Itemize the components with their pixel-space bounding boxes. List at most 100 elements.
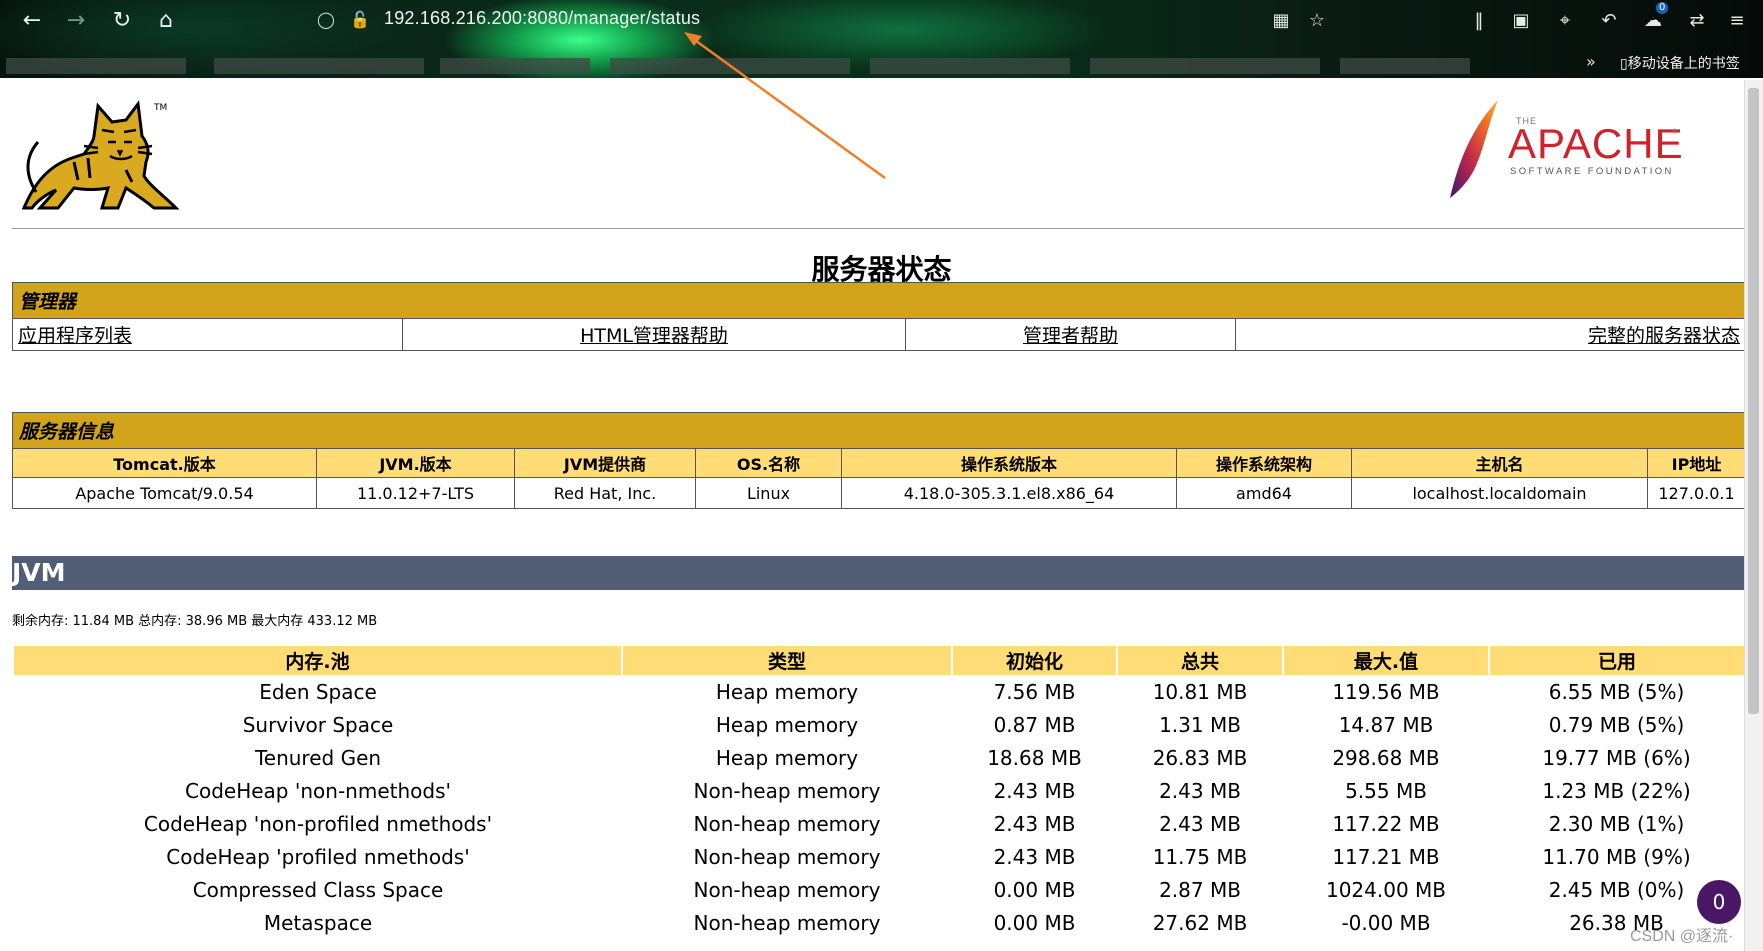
pool-used: 19.77 MB (6%) bbox=[1542, 745, 1691, 770]
table-row: CodeHeap 'profiled nmethods' Non-heap mem… bbox=[14, 840, 1744, 873]
pool-used: 2.30 MB (1%) bbox=[1548, 811, 1685, 836]
bookmark-item[interactable] bbox=[214, 58, 424, 74]
link-cell: 完整的服务器状态 bbox=[1234, 318, 1747, 351]
pool-max: 119.56 MB bbox=[1332, 679, 1440, 704]
manager-heading: 管理器 bbox=[11, 282, 1747, 319]
table-row: Tenured Gen Heap memory 18.68 MB 26.83 MB 29… bbox=[14, 741, 1744, 774]
pool-name: CodeHeap 'non-nmethods' bbox=[185, 778, 451, 803]
column-header: 初始化 bbox=[952, 646, 1118, 675]
pool-name: Eden Space bbox=[259, 679, 377, 704]
reload-icon[interactable]: ↻ bbox=[106, 6, 138, 36]
pool-used: 11.70 MB (9%) bbox=[1542, 844, 1691, 869]
pool-total: 10.81 MB bbox=[1152, 679, 1248, 704]
table-row: Compressed Class Space Non-heap memory 0.0… bbox=[14, 873, 1744, 906]
reader-view-icon[interactable]: ▣ bbox=[1508, 8, 1534, 34]
bookmark-item[interactable] bbox=[870, 58, 1070, 74]
pool-max: 1024.00 MB bbox=[1325, 877, 1447, 902]
pool-max: 14.87 MB bbox=[1338, 712, 1434, 737]
complete-status-link[interactable]: 完整的服务器状态 bbox=[1588, 325, 1740, 347]
pool-total: 2.87 MB bbox=[1159, 877, 1241, 902]
qr-code-icon[interactable]: ▦ bbox=[1268, 8, 1294, 34]
table-row: CodeHeap 'non-profiled nmethods' Non-heap… bbox=[14, 807, 1744, 840]
memory-summary: 剩余内存: 11.84 MB 总内存: 38.96 MB 最大内存 433.12… bbox=[12, 614, 378, 629]
bookmark-item[interactable] bbox=[6, 58, 186, 74]
pool-max: -0.00 MB bbox=[1341, 910, 1431, 935]
bookmarks-overflow-icon[interactable]: » bbox=[1586, 52, 1596, 71]
forward-icon[interactable]: → bbox=[60, 6, 92, 36]
apache-name: APACHE bbox=[1508, 120, 1684, 167]
hostname: localhost.localdomain bbox=[1351, 477, 1648, 509]
pool-type: Non-heap memory bbox=[693, 844, 881, 869]
pool-initial: 7.56 MB bbox=[993, 679, 1076, 704]
os-arch: amd64 bbox=[1176, 477, 1352, 509]
shield-icon[interactable]: ◯ bbox=[316, 10, 336, 30]
column-header: JVM提供商 bbox=[514, 448, 696, 478]
column-header: OS.名称 bbox=[695, 448, 842, 478]
apache-logo: THE APACHE ® SOFTWARE FOUNDATION bbox=[1450, 100, 1684, 198]
svg-text:TM: TM bbox=[153, 103, 167, 113]
manager-help-link[interactable]: 管理者帮助 bbox=[1023, 325, 1118, 347]
back-icon[interactable]: ← bbox=[16, 6, 48, 36]
header-divider bbox=[12, 228, 1744, 229]
pool-max: 117.21 MB bbox=[1332, 844, 1440, 869]
watermark: CSDN @逐流· bbox=[1630, 928, 1734, 945]
pool-total: 2.43 MB bbox=[1159, 778, 1241, 803]
svg-text:®: ® bbox=[1672, 128, 1678, 136]
pool-type: Non-heap memory bbox=[693, 877, 881, 902]
pool-total: 27.62 MB bbox=[1152, 910, 1248, 935]
server-info-value-row: Apache Tomcat/9.0.54 11.0.12+7-LTS Red H… bbox=[12, 477, 1747, 509]
column-header: 主机名 bbox=[1351, 448, 1648, 478]
pool-name: Metaspace bbox=[263, 910, 373, 935]
undo-icon[interactable]: ↶ bbox=[1596, 8, 1622, 34]
app-list-link[interactable]: 应用程序列表 bbox=[18, 325, 132, 347]
column-header: Tomcat.版本 bbox=[12, 448, 317, 478]
menu-icon[interactable]: ≡ bbox=[1724, 8, 1750, 34]
tomcat-logo: TM bbox=[21, 100, 180, 210]
sync-icon[interactable]: ⇄ bbox=[1684, 8, 1710, 34]
insecure-lock-icon[interactable]: 🔓 bbox=[350, 10, 370, 30]
apache-sub: SOFTWARE FOUNDATION bbox=[1510, 166, 1674, 177]
pool-initial: 2.43 MB bbox=[993, 844, 1076, 869]
pool-max: 298.68 MB bbox=[1332, 745, 1440, 770]
manager-table: 管理器 应用程序列表 HTML管理器帮助 管理者帮助 完整的服务器状态 bbox=[11, 282, 1747, 351]
pool-name: CodeHeap 'profiled nmethods' bbox=[166, 844, 470, 869]
pool-initial: 18.68 MB bbox=[987, 745, 1082, 770]
pool-initial: 0.00 MB bbox=[993, 877, 1076, 902]
server-info-header-row: Tomcat.版本 JVM.版本 JVM提供商 OS.名称 操作系统版本 操作系… bbox=[12, 448, 1747, 478]
column-header: 类型 bbox=[622, 646, 953, 675]
address-bar-url[interactable]: 192.168.216.200:8080/manager/status bbox=[384, 8, 700, 29]
bookmark-item[interactable] bbox=[1090, 58, 1320, 74]
link-cell: 管理者帮助 bbox=[905, 318, 1236, 351]
mobile-bookmarks[interactable]: ▯移动设备上的书签 bbox=[1620, 54, 1740, 72]
tomcat-status-page: TM THE APACHE ® SOFTWARE FOUNDATION 服务器状… bbox=[0, 80, 1763, 951]
home-icon[interactable]: ⌂ bbox=[150, 6, 182, 36]
scrollbar-thumb[interactable] bbox=[1748, 88, 1759, 714]
column-header: 操作系统版本 bbox=[841, 448, 1177, 478]
mobile-bookmarks-label: 移动设备上的书签 bbox=[1627, 55, 1740, 71]
pool-type: Non-heap memory bbox=[693, 811, 881, 836]
os-name: Linux bbox=[695, 477, 842, 509]
bookmark-star-icon[interactable]: ☆ bbox=[1304, 8, 1330, 34]
pool-name: Survivor Space bbox=[242, 712, 394, 737]
pool-used: 6.55 MB (5%) bbox=[1548, 679, 1685, 704]
html-manager-help-link[interactable]: HTML管理器帮助 bbox=[580, 325, 728, 347]
os-version: 4.18.0-305.3.1.el8.x86_64 bbox=[841, 477, 1177, 509]
pool-total: 1.31 MB bbox=[1159, 712, 1241, 737]
jvm-vendor: Red Hat, Inc. bbox=[514, 477, 696, 509]
table-row: Metaspace Non-heap memory 0.00 MB 27.62 MB -… bbox=[14, 906, 1744, 939]
crop-icon[interactable]: ⌖ bbox=[1552, 8, 1578, 34]
pool-total: 11.75 MB bbox=[1152, 844, 1248, 869]
chat-float-button[interactable]: 0 bbox=[1697, 880, 1741, 924]
jvm-heading: JVM bbox=[12, 556, 1744, 590]
pool-name: CodeHeap 'non-profiled nmethods' bbox=[143, 811, 493, 836]
pool-max: 117.22 MB bbox=[1332, 811, 1440, 836]
bookmark-item[interactable] bbox=[610, 58, 850, 74]
column-header: 最大.值 bbox=[1283, 646, 1490, 675]
bookmark-item[interactable] bbox=[440, 58, 590, 74]
library-icon[interactable]: ‖ bbox=[1466, 8, 1492, 34]
pool-total: 26.83 MB bbox=[1152, 745, 1248, 770]
pool-type: Heap memory bbox=[715, 712, 859, 737]
bookmark-item[interactable] bbox=[1340, 58, 1470, 74]
pool-used: 0.79 MB (5%) bbox=[1548, 712, 1685, 737]
table-row: CodeHeap 'non-nmethods' Non-heap memory 2.… bbox=[14, 774, 1744, 807]
